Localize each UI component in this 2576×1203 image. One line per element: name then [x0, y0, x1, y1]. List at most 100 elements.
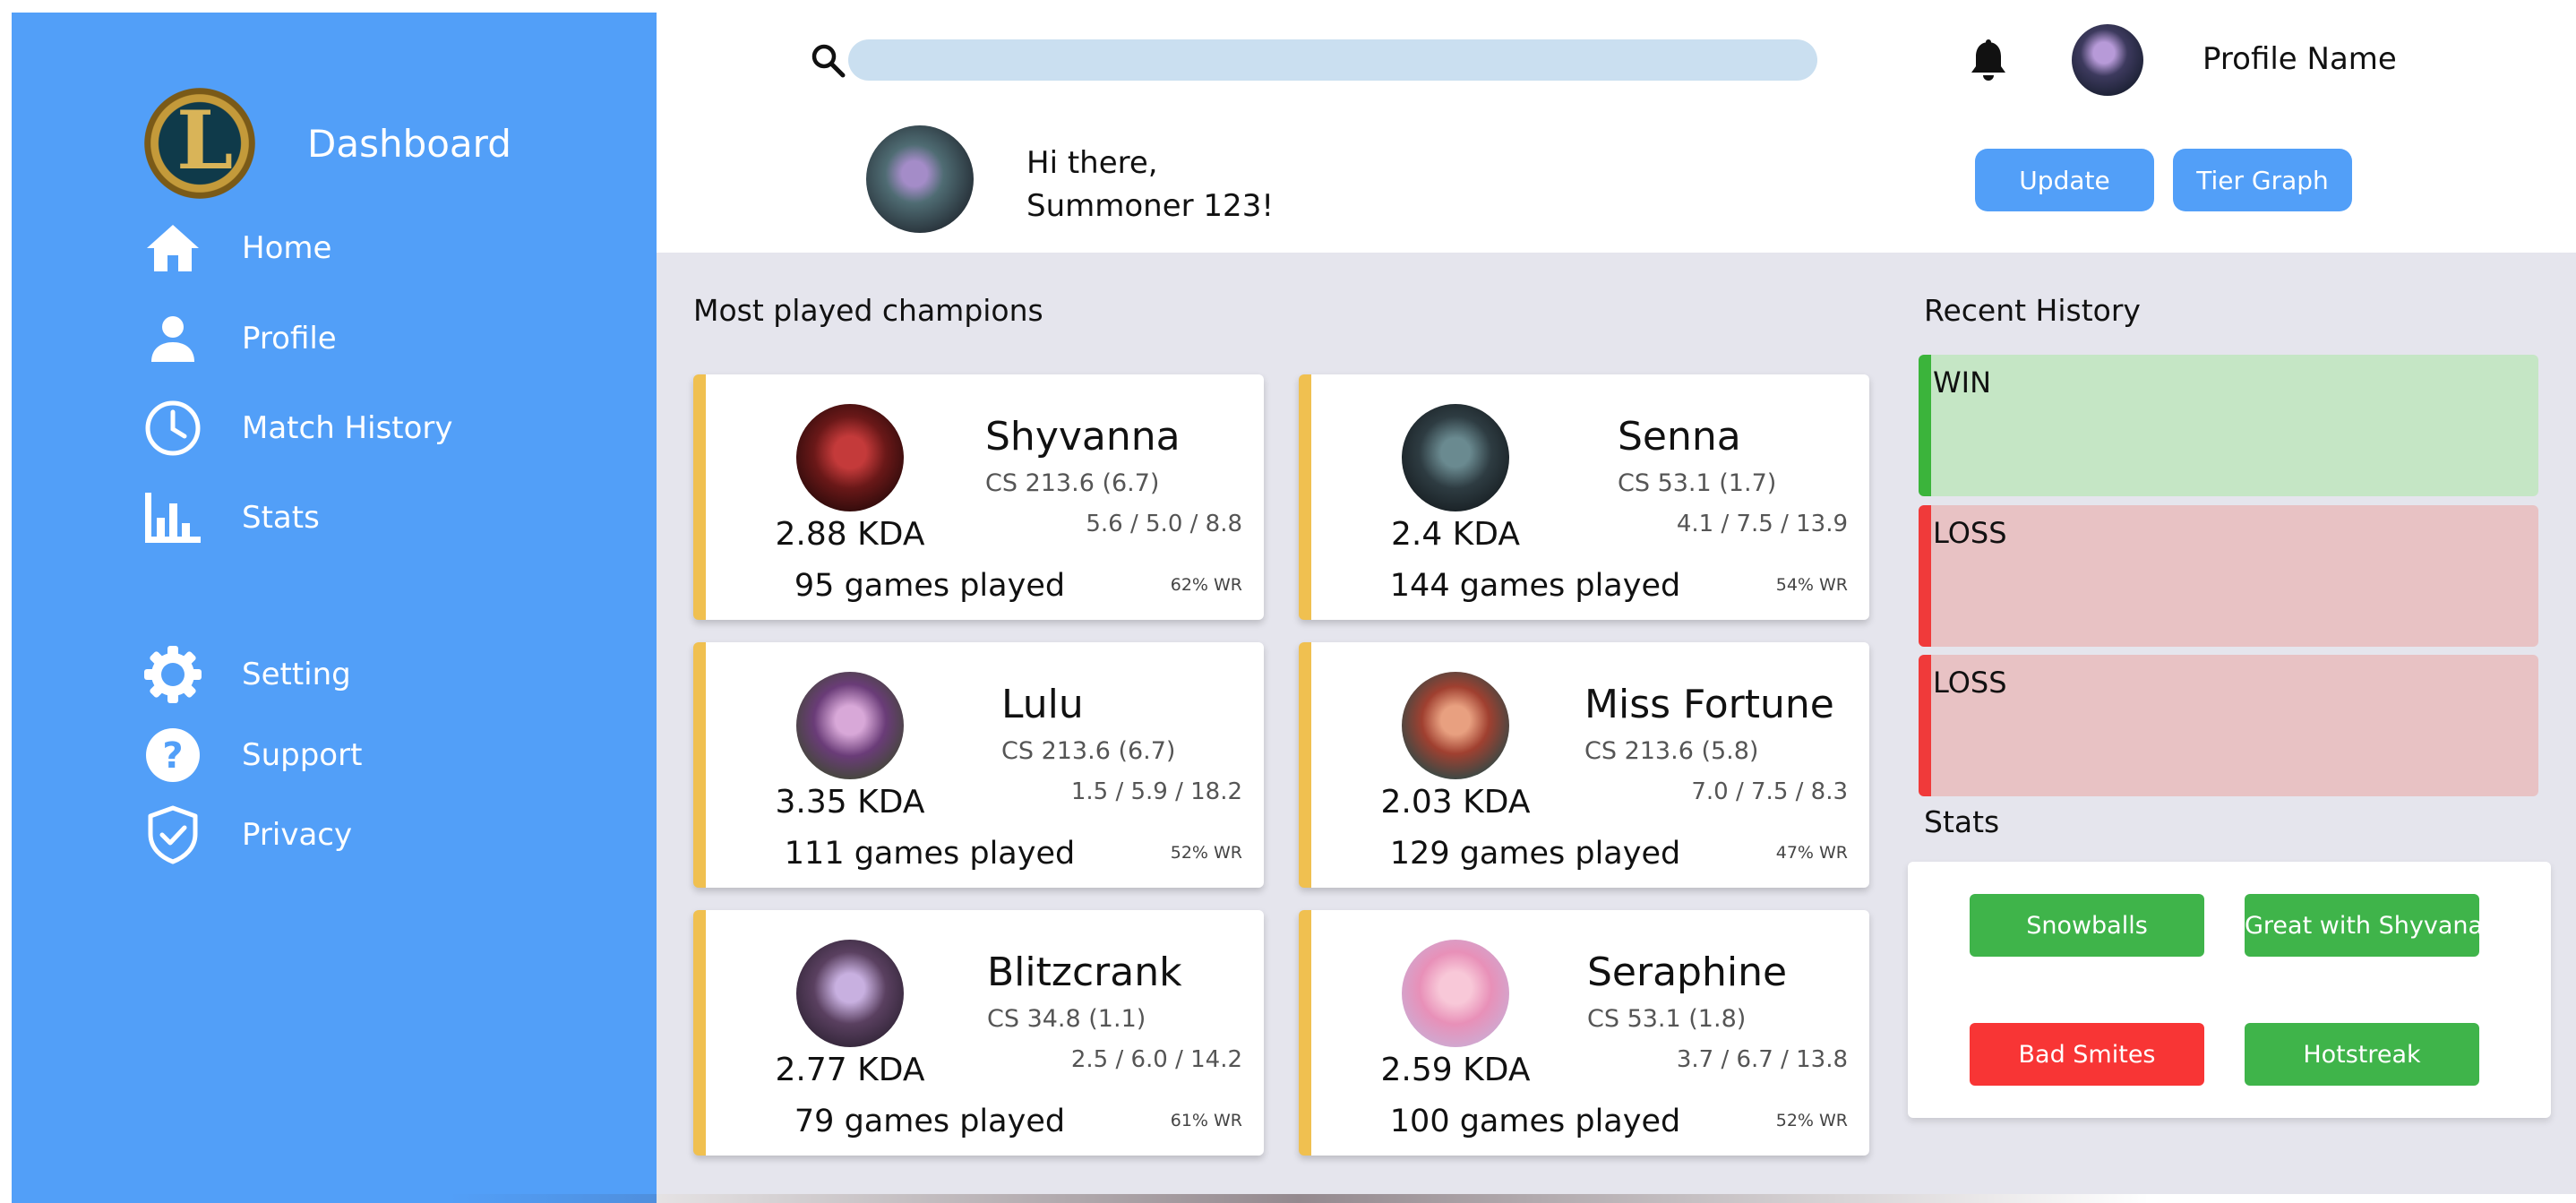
clock-icon: [142, 397, 204, 460]
stats-section-title: Stats: [1924, 804, 2000, 839]
champion-card[interactable]: Shyvanna CS 213.6 (6.7) 2.88 KDA 5.6 / 5…: [693, 374, 1264, 620]
champion-name: Blitzcrank: [987, 950, 1182, 995]
sidebar-item-privacy[interactable]: Privacy: [142, 803, 352, 866]
league-logo: L: [144, 88, 255, 199]
champion-games-played: 129 games played: [1389, 836, 1681, 872]
champion-kda-ratio: 3.7 / 6.7 / 13.8: [1676, 1046, 1848, 1073]
sidebar-item-setting[interactable]: Setting: [142, 643, 351, 706]
champion-name: Shyvanna: [985, 414, 1181, 460]
question-icon: ?: [142, 724, 204, 786]
champion-kda-ratio: 7.0 / 7.5 / 8.3: [1691, 778, 1848, 805]
sidebar-item-label: Privacy: [242, 817, 353, 853]
champion-winrate: 52% WR: [1775, 1111, 1848, 1130]
champion-kda: 2.59 KDA: [1380, 1052, 1531, 1088]
champion-cs: CS 34.8 (1.1): [987, 1005, 1146, 1033]
sidebar: L Dashboard Home Profile Match History S…: [12, 13, 657, 1203]
champion-games-played: 95 games played: [794, 568, 1066, 604]
champion-games-played: 100 games played: [1389, 1104, 1681, 1139]
window-bottom-edge: [448, 1194, 2150, 1203]
sidebar-item-stats[interactable]: Stats: [142, 486, 320, 549]
sidebar-item-support[interactable]: ? Support: [142, 724, 362, 786]
sidebar-item-label: Match History: [242, 410, 453, 446]
sidebar-item-label: Home: [242, 230, 332, 266]
sidebar-item-label: Setting: [242, 657, 351, 692]
update-button[interactable]: Update: [1975, 149, 2154, 211]
champion-avatar: [1402, 672, 1509, 779]
champion-cs: CS 53.1 (1.7): [1618, 469, 1777, 497]
logo-letter: L: [176, 93, 234, 188]
svg-text:?: ?: [162, 735, 183, 777]
sidebar-item-label: Stats: [242, 500, 320, 536]
champion-kda-ratio: 2.5 / 6.0 / 14.2: [1070, 1046, 1242, 1073]
champion-winrate: 62% WR: [1170, 575, 1242, 595]
dashboard-title: Dashboard: [307, 121, 511, 166]
champion-winrate: 54% WR: [1775, 575, 1848, 595]
champion-winrate: 47% WR: [1775, 843, 1848, 863]
champion-avatar: [796, 672, 904, 779]
summoner-avatar: [866, 125, 974, 233]
stat-badge-great-with-shyvana[interactable]: Great with Shyvana: [2245, 894, 2483, 957]
champion-winrate: 61% WR: [1170, 1111, 1242, 1130]
champion-name: Miss Fortune: [1584, 682, 1834, 727]
bell-icon[interactable]: [1969, 39, 2008, 82]
greeting-line-2: Summoner 123!: [1026, 188, 1274, 224]
champion-kda-ratio: 1.5 / 5.9 / 18.2: [1070, 778, 1242, 805]
profile-name[interactable]: Profile Name: [2202, 41, 2397, 77]
champion-games-played: 79 games played: [794, 1104, 1066, 1139]
history-result: LOSS: [1933, 666, 2007, 700]
champion-cs: CS 53.1 (1.8): [1587, 1005, 1747, 1033]
champion-kda-ratio: 4.1 / 7.5 / 13.9: [1676, 511, 1848, 537]
champion-avatar: [1402, 940, 1509, 1047]
tier-graph-button[interactable]: Tier Graph: [2173, 149, 2352, 211]
champion-games-played: 111 games played: [784, 836, 1076, 872]
champion-kda: 3.35 KDA: [775, 784, 925, 821]
search-input[interactable]: [848, 39, 1817, 81]
champion-games-played: 144 games played: [1389, 568, 1681, 604]
gear-icon: [142, 643, 204, 706]
sidebar-item-home[interactable]: Home: [142, 217, 331, 279]
sidebar-item-label: Profile: [242, 321, 337, 357]
champion-kda: 2.88 KDA: [775, 516, 925, 553]
sidebar-item-profile[interactable]: Profile: [142, 307, 337, 370]
home-icon: [142, 217, 204, 279]
history-section-title: Recent History: [1924, 293, 2141, 328]
brand[interactable]: L Dashboard: [144, 88, 511, 199]
champion-name: Seraphine: [1587, 950, 1788, 995]
stats-panel: Snowballs Great with Shyvana Bad Smites …: [1908, 862, 2551, 1118]
champion-cs: CS 213.6 (6.7): [1001, 737, 1176, 765]
shield-icon: [142, 803, 204, 866]
champion-avatar: [796, 404, 904, 511]
greeting: Hi there, Summoner 123!: [1026, 142, 1274, 228]
champion-card[interactable]: Lulu CS 213.6 (6.7) 3.35 KDA 1.5 / 5.9 /…: [693, 642, 1264, 888]
champion-kda: 2.4 KDA: [1390, 516, 1521, 553]
history-result: WIN: [1933, 365, 1992, 400]
sidebar-item-label: Support: [242, 737, 363, 773]
stat-badge-hotstreak[interactable]: Hotstreak: [2245, 1023, 2479, 1086]
champion-cs: CS 213.6 (6.7): [985, 469, 1160, 497]
greeting-line-1: Hi there,: [1026, 145, 1158, 181]
champion-card[interactable]: Seraphine CS 53.1 (1.8) 2.59 KDA 3.7 / 6…: [1299, 910, 1869, 1156]
champion-kda: 2.77 KDA: [775, 1052, 925, 1088]
champion-winrate: 52% WR: [1170, 843, 1242, 863]
champion-avatar: [1402, 404, 1509, 511]
champion-card[interactable]: Senna CS 53.1 (1.7) 2.4 KDA 4.1 / 7.5 / …: [1299, 374, 1869, 620]
champions-section-title: Most played champions: [693, 293, 1043, 328]
champion-kda: 2.03 KDA: [1380, 784, 1531, 821]
history-item[interactable]: LOSS: [1919, 505, 2538, 647]
champion-cs: CS 213.6 (5.8): [1584, 737, 1759, 765]
champion-name: Lulu: [1001, 682, 1084, 727]
champion-card[interactable]: Miss Fortune CS 213.6 (5.8) 2.03 KDA 7.0…: [1299, 642, 1869, 888]
stat-badge-bad-smites[interactable]: Bad Smites: [1970, 1023, 2204, 1086]
stat-badge-snowballs[interactable]: Snowballs: [1970, 894, 2204, 957]
history-item[interactable]: WIN: [1919, 355, 2538, 496]
champion-kda-ratio: 5.6 / 5.0 / 8.8: [1086, 511, 1242, 537]
bar-chart-icon: [142, 486, 204, 549]
champion-avatar: [796, 940, 904, 1047]
sidebar-item-match-history[interactable]: Match History: [142, 397, 453, 460]
search-icon[interactable]: [811, 43, 846, 79]
champion-card[interactable]: Blitzcrank CS 34.8 (1.1) 2.77 KDA 2.5 / …: [693, 910, 1264, 1156]
person-icon: [142, 307, 204, 370]
history-result: LOSS: [1933, 516, 2007, 550]
history-item[interactable]: LOSS: [1919, 655, 2538, 796]
avatar[interactable]: [2072, 24, 2143, 96]
